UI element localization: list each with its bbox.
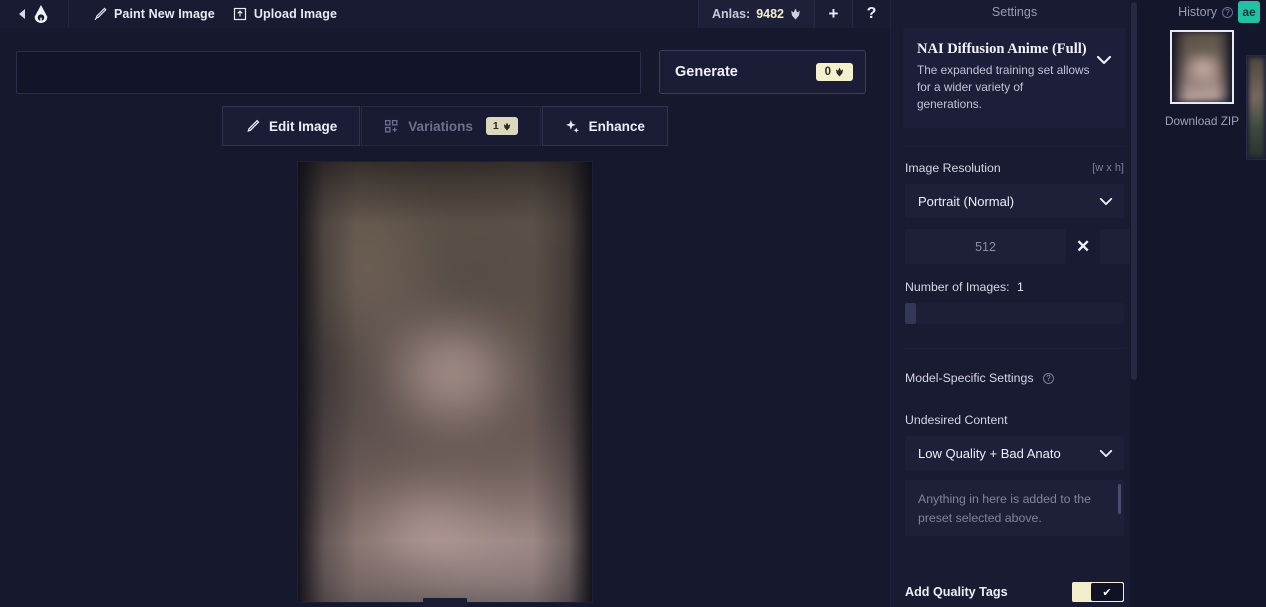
brush-icon bbox=[94, 7, 107, 21]
settings-scroll-area: NAI Diffusion Anime (Full) The expanded … bbox=[891, 24, 1138, 577]
dimension-row: ✕ bbox=[905, 229, 1138, 265]
upload-image-button[interactable]: Upload Image bbox=[233, 7, 337, 21]
resolution-preset-value: Portrait (Normal) bbox=[918, 193, 1015, 209]
number-of-images-value: 1 bbox=[1017, 280, 1024, 295]
model-card-text: NAI Diffusion Anime (Full) The expanded … bbox=[917, 41, 1090, 113]
edge-preview-strip[interactable] bbox=[1246, 55, 1266, 160]
model-specific-label: Model-Specific Settings bbox=[905, 371, 1034, 386]
variations-label: Variations bbox=[408, 118, 473, 134]
slider-thumb[interactable] bbox=[905, 303, 916, 325]
model-specific-help-icon[interactable]: ? bbox=[1042, 373, 1054, 385]
model-specific-header: Model-Specific Settings ? bbox=[905, 369, 1124, 387]
edit-image-label: Edit Image bbox=[269, 118, 338, 134]
enhance-label: Enhance bbox=[588, 118, 645, 134]
chevron-down-icon[interactable] bbox=[1096, 55, 1112, 65]
history-header: History ? ae bbox=[1138, 0, 1266, 24]
settings-scrollbar[interactable] bbox=[1130, 0, 1138, 607]
edit-image-button[interactable]: Edit Image bbox=[222, 106, 361, 146]
generate-cost-badge: 0 bbox=[815, 63, 853, 81]
prompt-row: Generate 0 bbox=[0, 28, 890, 94]
anlas-label: Anlas: bbox=[711, 7, 751, 21]
dimension-multiply-icon: ✕ bbox=[1076, 236, 1091, 256]
number-of-images-label: Number of Images: bbox=[905, 280, 1010, 295]
anlas-counter[interactable]: Anlas: 9482 bbox=[697, 0, 814, 28]
variations-button: Variations 1 bbox=[361, 106, 541, 146]
prompt-input[interactable] bbox=[17, 51, 640, 93]
anlas-icon bbox=[503, 122, 510, 130]
variations-grid-icon bbox=[385, 119, 398, 132]
image-resolution-section: Image Resolution [w x h] Portrait (Norma… bbox=[891, 147, 1138, 325]
image-resolution-label: Image Resolution bbox=[905, 161, 1001, 176]
anlas-icon bbox=[791, 8, 800, 20]
anlas-icon bbox=[835, 67, 844, 77]
undesired-content-textarea[interactable]: Anything in here is added to the preset … bbox=[905, 480, 1124, 537]
variations-cost-value: 1 bbox=[492, 120, 499, 132]
toolbar-actions: Paint New Image Upload Image bbox=[69, 7, 337, 21]
chevron-down-icon[interactable] bbox=[1099, 197, 1113, 206]
toolbar-right-group: Anlas: 9482 + ? bbox=[697, 0, 890, 28]
model-description: The expanded training set allows for a w… bbox=[917, 63, 1090, 112]
upload-image-label: Upload Image bbox=[253, 7, 338, 21]
settings-panel: Settings NAI Diffusion Anime (Full) The … bbox=[890, 0, 1138, 607]
history-help-icon[interactable]: ? bbox=[1222, 6, 1233, 18]
toggle-check-icon: ✔ bbox=[1091, 583, 1123, 601]
width-input[interactable] bbox=[905, 229, 1066, 265]
paint-new-image-label: Paint New Image bbox=[114, 7, 215, 21]
generated-image[interactable] bbox=[298, 162, 592, 602]
generate-label: Generate bbox=[675, 64, 738, 80]
sidebar-collapse-icon[interactable] bbox=[18, 9, 25, 19]
main-workspace: Paint New Image Upload Image Anlas: 9482 bbox=[0, 0, 890, 607]
number-of-images-row: Number of Images: 1 bbox=[905, 280, 1124, 294]
resolution-preset-select[interactable]: Portrait (Normal) bbox=[905, 184, 1124, 219]
undesired-content-preset-value: Low Quality + Bad Anato bbox=[918, 445, 1061, 461]
novelai-pen-nib-logo[interactable] bbox=[32, 4, 50, 24]
prompt-field[interactable] bbox=[16, 50, 641, 94]
paint-new-image-button[interactable]: Paint New Image bbox=[93, 7, 215, 21]
add-quality-tags-toggle[interactable]: ✔ bbox=[1072, 582, 1124, 602]
history-thumbnail[interactable] bbox=[1170, 30, 1234, 104]
resolution-header-row: Image Resolution [w x h] bbox=[905, 161, 1124, 175]
history-thumbnail-image bbox=[1172, 32, 1232, 102]
logo-zone bbox=[0, 0, 69, 28]
ae-extension-badge[interactable]: ae bbox=[1238, 1, 1260, 23]
image-action-row: Edit Image Variations 1 Enhance bbox=[0, 106, 890, 146]
model-selector-card[interactable]: NAI Diffusion Anime (Full) The expanded … bbox=[903, 28, 1126, 129]
settings-panel-title: Settings bbox=[991, 5, 1038, 19]
generate-button[interactable]: Generate 0 bbox=[659, 50, 866, 94]
novelai-image-generation-app: Paint New Image Upload Image Anlas: 9482 bbox=[0, 0, 1266, 607]
image-vignette bbox=[298, 162, 592, 602]
number-of-images-slider[interactable] bbox=[905, 303, 1124, 325]
textarea-scrollbar[interactable] bbox=[1118, 484, 1121, 515]
undesired-content-preset-select[interactable]: Low Quality + Bad Anato bbox=[905, 436, 1124, 471]
image-footer-strip bbox=[423, 598, 467, 607]
history-panel: History ? ae Download ZIP bbox=[1138, 0, 1266, 607]
sparkle-icon bbox=[565, 119, 579, 133]
edge-preview-image bbox=[1249, 58, 1264, 157]
add-anlas-button[interactable]: + bbox=[814, 0, 852, 28]
top-toolbar: Paint New Image Upload Image Anlas: 9482 bbox=[0, 0, 890, 28]
enhance-button[interactable]: Enhance bbox=[541, 106, 668, 146]
model-name: NAI Diffusion Anime (Full) bbox=[917, 41, 1087, 57]
add-quality-tags-label: Add Quality Tags bbox=[905, 585, 1008, 599]
anlas-value: 9482 bbox=[756, 7, 784, 21]
resolution-hint: [w x h] bbox=[1092, 162, 1124, 175]
image-canvas-area bbox=[0, 146, 890, 607]
variations-cost-badge: 1 bbox=[485, 117, 518, 135]
chevron-down-icon[interactable] bbox=[1099, 449, 1113, 458]
undesired-content-placeholder: Anything in here is added to the preset … bbox=[918, 492, 1091, 526]
add-quality-tags-row: Add Quality Tags ✔ bbox=[891, 577, 1138, 607]
generate-cost-value: 0 bbox=[824, 66, 831, 78]
model-specific-settings-section: Model-Specific Settings ? Undesired Cont… bbox=[891, 349, 1138, 537]
pencil-icon bbox=[247, 119, 260, 132]
undesired-content-label: Undesired Content bbox=[905, 413, 1008, 428]
history-title: History bbox=[1178, 5, 1217, 19]
help-button[interactable]: ? bbox=[852, 0, 890, 28]
upload-icon bbox=[233, 7, 246, 21]
settings-scrollbar-thumb[interactable] bbox=[1131, 2, 1137, 380]
